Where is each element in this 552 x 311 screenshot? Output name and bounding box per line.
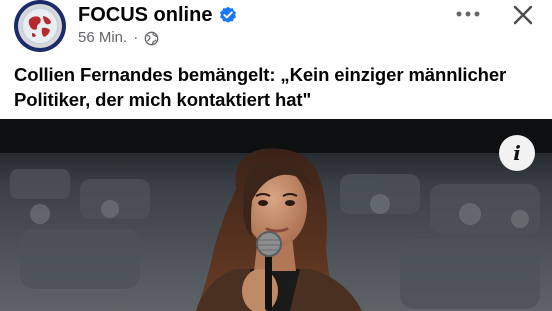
close-icon <box>513 5 533 25</box>
meta-separator: · <box>133 29 139 46</box>
post-caption: Collien Fernandes bemängelt: „Kein einzi… <box>14 64 507 110</box>
image-info-button[interactable]: i <box>499 135 535 171</box>
more-horizontal-icon <box>456 11 480 17</box>
more-options-button[interactable] <box>454 4 482 24</box>
page-name-link[interactable]: FOCUS online <box>78 4 212 26</box>
post-timestamp[interactable]: 56 Min. <box>78 29 127 47</box>
info-icon: i <box>513 141 521 165</box>
hide-post-button[interactable] <box>510 2 536 28</box>
globe-logo-icon <box>18 4 62 48</box>
page-avatar[interactable] <box>14 0 66 52</box>
post-meta: 56 Min. · <box>78 29 159 47</box>
woman-with-microphone-photo <box>0 119 552 311</box>
post-header: FOCUS online 56 Min. · <box>0 0 552 56</box>
feed-post: FOCUS online 56 Min. · Collien Fernandes… <box>0 0 552 311</box>
post-image[interactable] <box>0 119 552 311</box>
globe-icon <box>144 31 159 45</box>
verified-badge-icon <box>220 6 236 23</box>
